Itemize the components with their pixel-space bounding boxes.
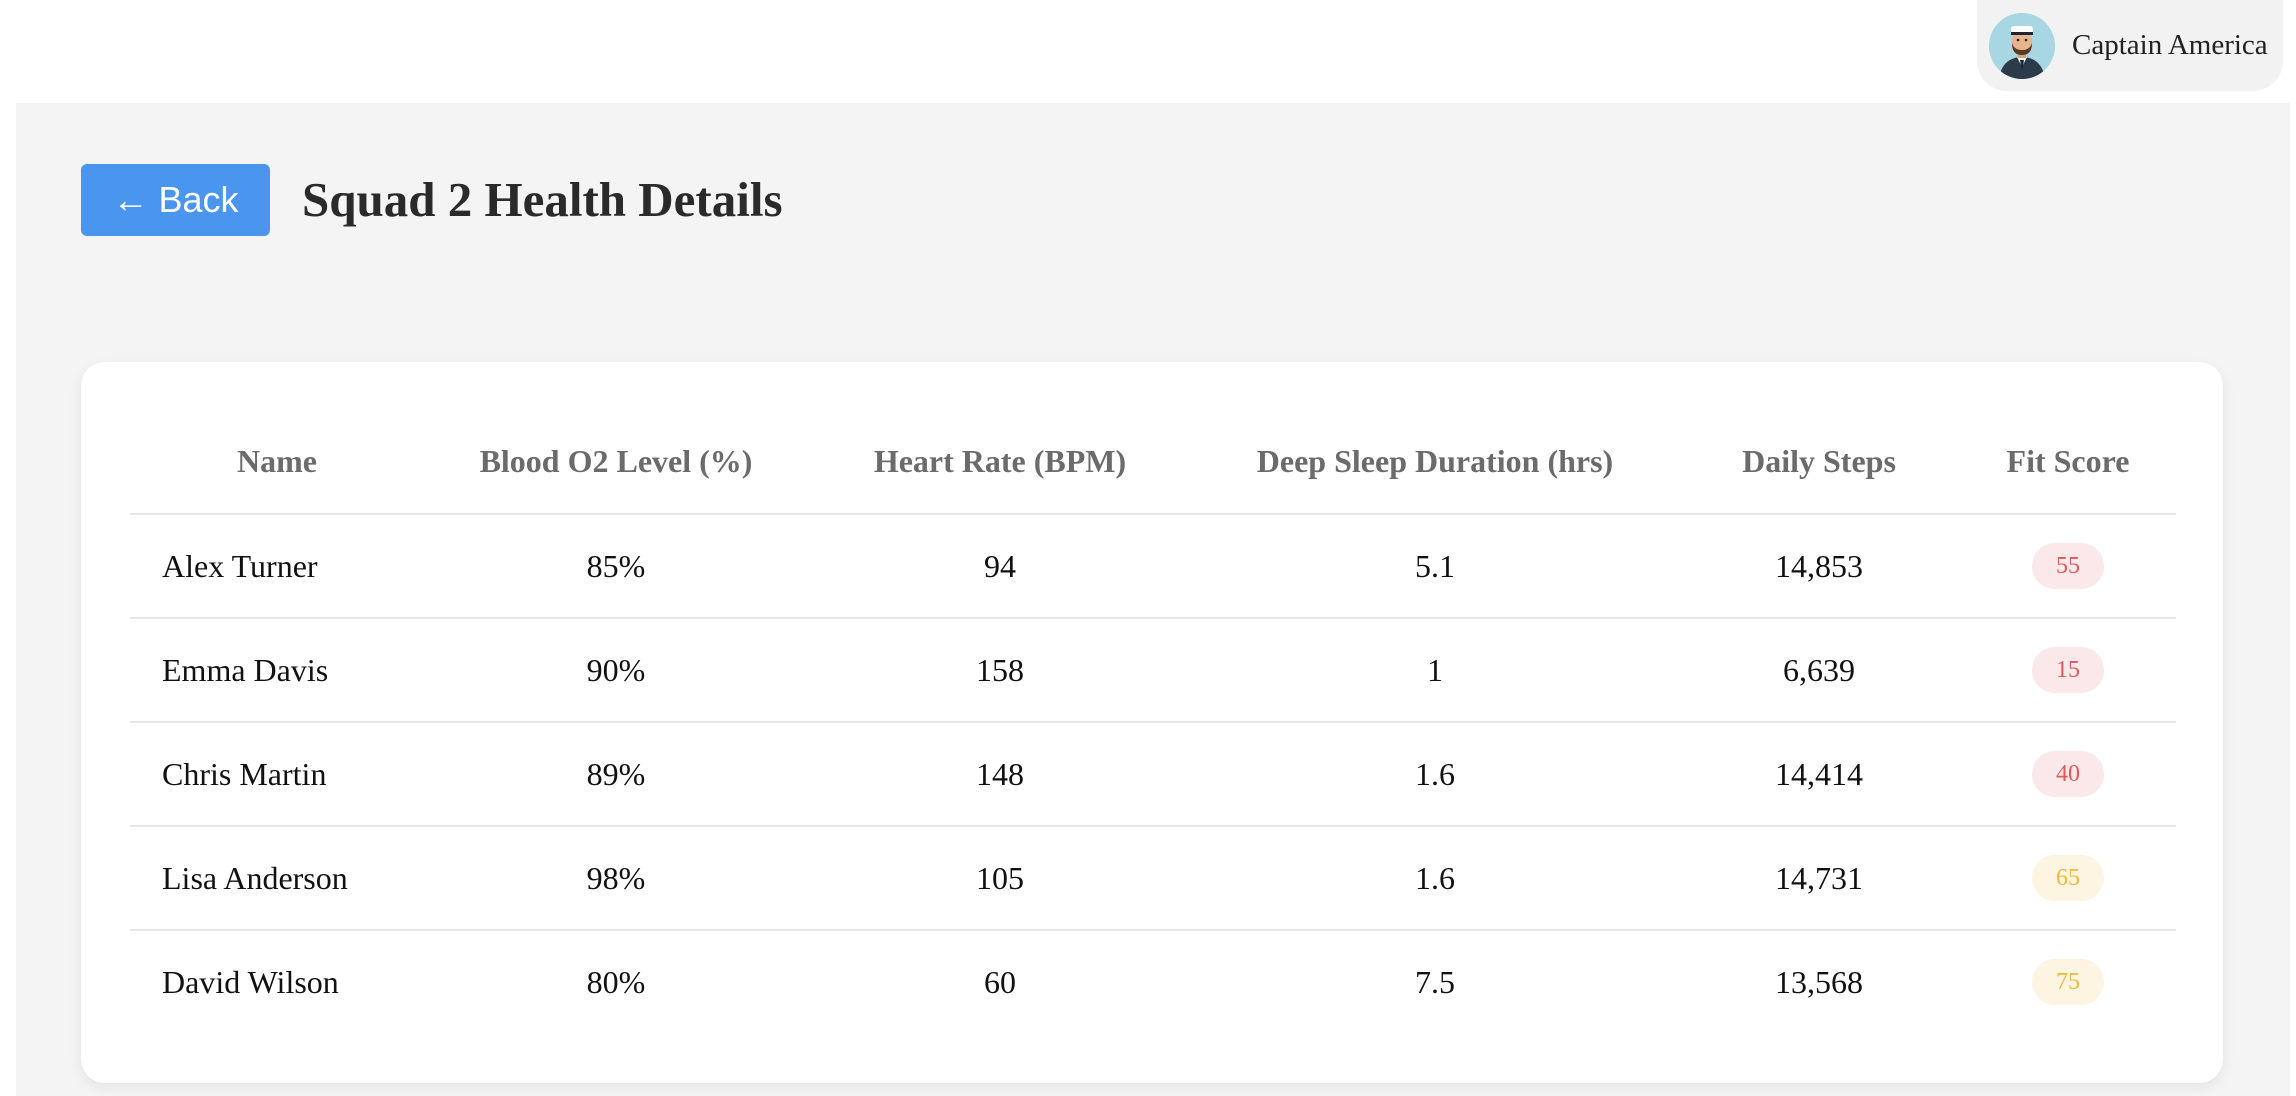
table-row: Alex Turner 85% 94 5.1 14,853 55 bbox=[130, 514, 2176, 619]
page-title: Squad 2 Health Details bbox=[302, 172, 783, 227]
deep-sleep-value: 5.1 bbox=[1192, 514, 1678, 619]
table-row: David Wilson 80% 60 7.5 13,568 75 bbox=[130, 930, 2176, 1033]
deep-sleep-value: 1.6 bbox=[1192, 722, 1678, 827]
member-name: Alex Turner bbox=[130, 514, 424, 619]
health-table-card: Name Blood O2 Level (%) Heart Rate (BPM)… bbox=[81, 362, 2223, 1083]
fit-score-badge: 15 bbox=[2032, 647, 2104, 693]
deep-sleep-value: 7.5 bbox=[1415, 963, 1455, 1000]
fit-score-cell: 65 bbox=[1960, 826, 2176, 931]
back-button[interactable]: ← Back bbox=[81, 164, 270, 236]
blood-o2-value: 98% bbox=[424, 826, 808, 931]
fit-score-badge: 55 bbox=[2032, 543, 2104, 589]
blood-o2-value: 89% bbox=[424, 722, 808, 827]
user-name: Captain America bbox=[2072, 29, 2268, 61]
avatar-icon bbox=[1989, 12, 2055, 79]
member-name: Lisa Anderson bbox=[130, 826, 424, 931]
daily-steps-value: 14,731 bbox=[1678, 826, 1960, 931]
member-name: Chris Martin bbox=[130, 722, 424, 827]
deep-sleep-value: 1 bbox=[1192, 618, 1678, 723]
deep-sleep-value: 1.6 bbox=[1192, 826, 1678, 931]
heart-rate-value: 148 bbox=[808, 722, 1192, 827]
blood-o2-value: 80% bbox=[586, 963, 646, 1000]
fit-score-cell: 15 bbox=[1960, 618, 2176, 723]
user-profile-chip[interactable]: Captain America bbox=[1977, 0, 2283, 91]
fit-score-cell: 55 bbox=[1960, 514, 2176, 619]
column-header-blood-o2: Blood O2 Level (%) bbox=[424, 409, 808, 515]
heart-rate-value: 60 bbox=[984, 963, 1016, 1000]
blood-o2-value: 85% bbox=[424, 514, 808, 619]
table-row: Emma Davis 90% 158 1 6,639 15 bbox=[130, 618, 2176, 723]
fit-score-cell: 40 bbox=[1960, 722, 2176, 827]
daily-steps-value: 13,568 bbox=[1775, 963, 1863, 1000]
member-name: David Wilson bbox=[162, 963, 339, 1000]
table-row: Chris Martin 89% 148 1.6 14,414 40 bbox=[130, 722, 2176, 827]
daily-steps-value: 14,414 bbox=[1678, 722, 1960, 827]
column-header-daily-steps: Daily Steps bbox=[1678, 409, 1960, 515]
top-bar: Captain America bbox=[0, 0, 2296, 103]
member-name: Emma Davis bbox=[130, 618, 424, 723]
column-header-fit-score: Fit Score bbox=[1960, 409, 2176, 515]
table-header-row: Name Blood O2 Level (%) Heart Rate (BPM)… bbox=[130, 409, 2176, 515]
health-details-table: Name Blood O2 Level (%) Heart Rate (BPM)… bbox=[130, 409, 2176, 1033]
daily-steps-value: 14,853 bbox=[1678, 514, 1960, 619]
column-header-deep-sleep: Deep Sleep Duration (hrs) bbox=[1192, 409, 1678, 515]
blood-o2-value: 90% bbox=[424, 618, 808, 723]
column-header-heart-rate: Heart Rate (BPM) bbox=[808, 409, 1192, 515]
daily-steps-value: 6,639 bbox=[1678, 618, 1960, 723]
fit-score-badge: 40 bbox=[2032, 751, 2104, 797]
column-header-name: Name bbox=[130, 409, 424, 515]
heart-rate-value: 94 bbox=[808, 514, 1192, 619]
heart-rate-value: 158 bbox=[808, 618, 1192, 723]
fit-score-badge: 75 bbox=[2032, 959, 2104, 1005]
table-row: Lisa Anderson 98% 105 1.6 14,731 65 bbox=[130, 826, 2176, 931]
main-content: ← Back Squad 2 Health Details Name Blood… bbox=[16, 103, 2290, 1096]
fit-score-badge: 65 bbox=[2032, 855, 2104, 901]
fit-score-cell: 75 bbox=[1960, 930, 2176, 1033]
heart-rate-value: 105 bbox=[808, 826, 1192, 931]
